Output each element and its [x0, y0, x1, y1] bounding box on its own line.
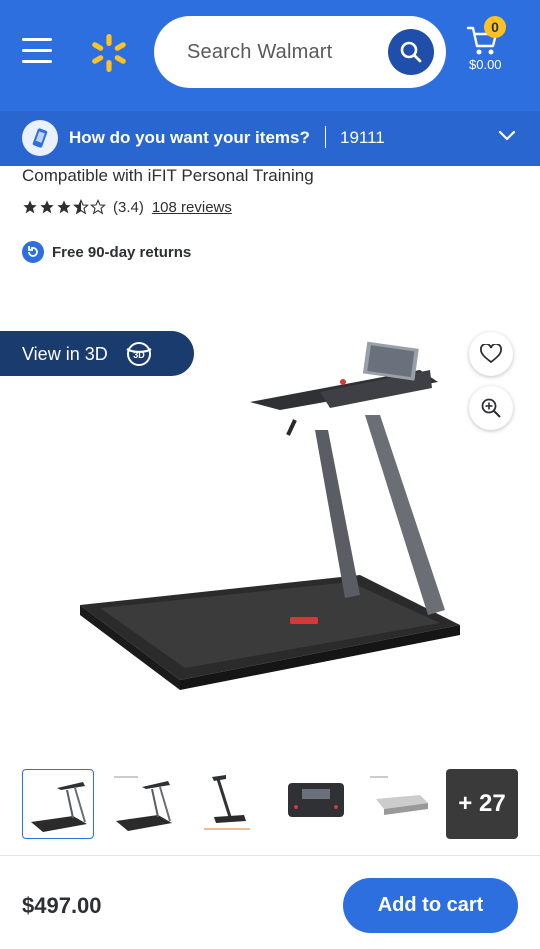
delivery-selector[interactable]: How do you want your items? 19111 [0, 111, 540, 166]
cart-count-badge: 0 [484, 16, 506, 38]
returns-icon [22, 241, 44, 263]
search-placeholder: Search Walmart [187, 41, 333, 63]
favorite-button[interactable] [469, 332, 513, 376]
menu-button[interactable] [22, 38, 54, 66]
star-empty-icon [90, 199, 106, 215]
cart-button[interactable]: 0 $0.00 [466, 16, 530, 76]
delivery-phone-icon [22, 120, 58, 156]
view-in-3d-label: View in 3D [22, 344, 108, 364]
rating-stars [22, 199, 107, 215]
thumbnail-image[interactable] [366, 769, 438, 839]
thumbnail-image[interactable] [22, 769, 94, 839]
thumbnail-image[interactable] [194, 769, 266, 839]
reviews-link[interactable]: 108 reviews [152, 199, 232, 216]
product-price: $497.00 [22, 893, 102, 918]
zoom-in-icon [481, 398, 501, 418]
search-input[interactable]: Search Walmart [154, 16, 446, 88]
returns-text: Free 90-day returns [52, 243, 192, 261]
star-full-icon [23, 200, 37, 214]
rating-value: (3.4) [113, 198, 144, 216]
svg-text:3D: 3D [133, 350, 145, 360]
returns-info: Free 90-day returns [22, 241, 191, 263]
image-thumbnails: + 27 [22, 769, 522, 839]
search-icon [400, 41, 422, 63]
search-button[interactable] [388, 29, 434, 75]
chevron-down-icon [498, 130, 516, 141]
hamburger-icon [22, 60, 52, 63]
delivery-zip: 19111 [340, 128, 385, 147]
thumbnail-image[interactable] [280, 769, 352, 839]
header: Search Walmart 0 $0.00 How do you want y… [0, 0, 540, 166]
star-half-icon [73, 199, 89, 215]
divider [325, 126, 326, 148]
cart-total: $0.00 [469, 57, 502, 72]
star-full-icon [57, 200, 71, 214]
hamburger-icon [22, 38, 52, 41]
hamburger-icon [22, 49, 52, 52]
product-compat-text: Compatible with iFIT Personal Training [22, 166, 314, 185]
bottom-bar: $497.00 Add to cart [0, 855, 540, 949]
add-to-cart-button[interactable]: Add to cart [343, 878, 518, 933]
walmart-spark-logo[interactable] [88, 32, 130, 74]
heart-icon [480, 344, 502, 364]
more-images-button[interactable]: + 27 [446, 769, 518, 839]
product-image[interactable] [60, 330, 480, 700]
3d-view-icon: 3D [126, 342, 152, 366]
view-in-3d-button[interactable]: View in 3D 3D [0, 331, 194, 376]
star-full-icon [40, 200, 54, 214]
zoom-button[interactable] [469, 386, 513, 430]
thumbnail-image[interactable] [108, 769, 180, 839]
delivery-question: How do you want your items? [69, 128, 310, 147]
product-rating[interactable]: (3.4) 108 reviews [22, 197, 232, 217]
